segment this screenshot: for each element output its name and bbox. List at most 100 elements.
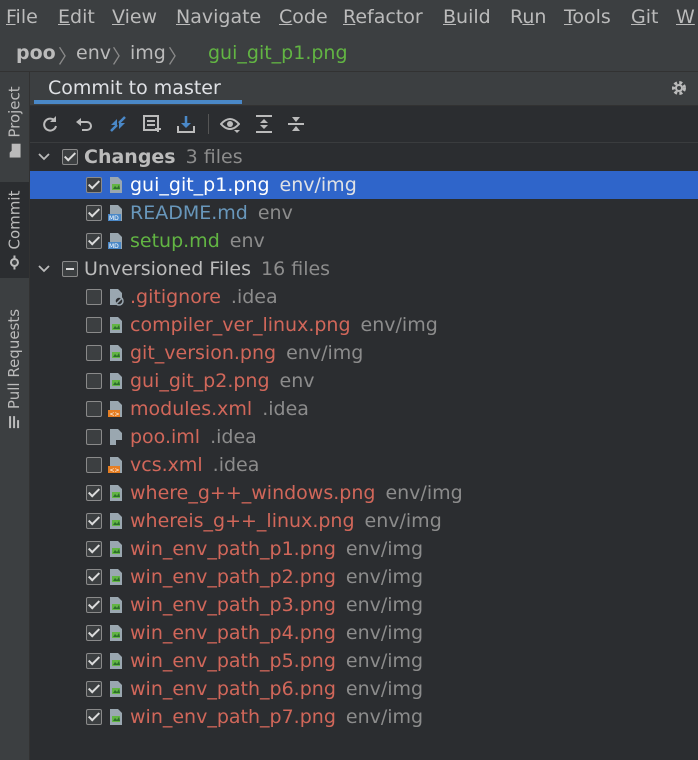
file-checkbox[interactable]	[86, 625, 102, 641]
tree-file-row[interactable]: poo.iml .idea	[30, 423, 698, 451]
file-checkbox[interactable]	[86, 401, 102, 417]
menu-tools[interactable]: Tools	[564, 6, 611, 28]
tree-file-row[interactable]: win_env_path_p5.png env/img	[30, 647, 698, 675]
menu-refactor[interactable]: Refactor	[343, 6, 423, 28]
file-checkbox[interactable]	[86, 653, 102, 669]
collapse-all-icon[interactable]	[286, 114, 306, 134]
tree-file-row[interactable]: gui_git_p2.png env	[30, 367, 698, 395]
tree-file-row[interactable]: <> modules.xml .idea	[30, 395, 698, 423]
tree-file-row[interactable]: where_g++_windows.png env/img	[30, 479, 698, 507]
menu-view[interactable]: View	[112, 6, 157, 28]
breadcrumb-dir-env[interactable]: env	[76, 42, 111, 64]
refresh-icon[interactable]	[40, 114, 60, 134]
file-path: env/img	[345, 650, 424, 672]
file-checkbox[interactable]	[86, 681, 102, 697]
file-checkbox[interactable]	[86, 289, 102, 305]
menu-run[interactable]: Run	[510, 6, 546, 28]
file-name: win_env_path_p6.png	[130, 678, 336, 700]
gear-icon[interactable]	[670, 79, 688, 97]
file-checkbox[interactable]	[86, 177, 102, 193]
tree-group-unversioned[interactable]: Unversioned Files 16 files	[30, 255, 698, 283]
shelve-icon[interactable]	[142, 114, 162, 134]
file-name: win_env_path_p3.png	[130, 594, 336, 616]
file-entry: README.md env	[130, 202, 293, 224]
tree-file-row[interactable]: win_env_path_p4.png env/img	[30, 619, 698, 647]
tool-tab-project[interactable]: Project	[0, 72, 29, 172]
file-path: env/img	[345, 566, 424, 588]
update-icon[interactable]	[176, 114, 196, 134]
file-entry: vcs.xml .idea	[130, 454, 259, 476]
file-checkbox[interactable]	[86, 485, 102, 501]
tool-tab-commit[interactable]: Commit	[0, 182, 29, 278]
svg-text:MD: MD	[109, 243, 119, 250]
file-entry: modules.xml .idea	[130, 398, 309, 420]
file-checkbox[interactable]	[86, 457, 102, 473]
tree-file-row[interactable]: win_env_path_p2.png env/img	[30, 563, 698, 591]
expand-all-icon[interactable]	[254, 114, 274, 134]
group-checkbox[interactable]	[62, 261, 78, 277]
file-checkbox[interactable]	[86, 233, 102, 249]
file-checkbox[interactable]	[86, 205, 102, 221]
file-path: env/img	[385, 482, 463, 504]
menu-build[interactable]: Build	[443, 6, 491, 28]
tool-tab-project-label: Project	[5, 86, 24, 138]
file-checkbox[interactable]	[86, 513, 102, 529]
file-path: env/img	[360, 314, 438, 336]
markdown-file-icon: MD	[108, 205, 122, 222]
file-name: where_g++_windows.png	[130, 482, 376, 504]
diff-icon[interactable]	[108, 114, 128, 134]
eye-icon[interactable]	[220, 114, 240, 134]
tree-file-row[interactable]: win_env_path_p6.png env/img	[30, 675, 698, 703]
breadcrumb: poo 〉 env 〉 img 〉 gui_git_p1.png	[0, 36, 698, 97]
pull-request-icon	[9, 416, 20, 429]
menu-code[interactable]: Code	[279, 6, 328, 28]
file-checkbox[interactable]	[86, 345, 102, 361]
breadcrumb-dir-img[interactable]: img	[130, 42, 166, 64]
file-checkbox[interactable]	[86, 709, 102, 725]
tree-group-changes[interactable]: Changes 3 files	[30, 143, 698, 171]
tab-commit-to-master[interactable]: Commit to master	[48, 77, 221, 99]
tree-file-row[interactable]: .gitignore .idea	[30, 283, 698, 311]
menu-navigate[interactable]: Navigate	[176, 6, 261, 28]
breadcrumb-file[interactable]: gui_git_p1.png	[208, 42, 348, 64]
tree-file-row[interactable]: win_env_path_p1.png env/img	[30, 535, 698, 563]
toolbar-separator	[208, 114, 209, 134]
menu-git[interactable]: Git	[631, 6, 658, 28]
file-checkbox[interactable]	[86, 429, 102, 445]
commit-panel: Commit to master Changes 3 files gui_git…	[30, 72, 698, 760]
group-checkbox[interactable]	[62, 149, 78, 165]
tool-tab-pull-requests[interactable]: Pull Requests	[0, 294, 29, 444]
active-tab-indicator	[34, 100, 242, 104]
file-path: env	[229, 230, 265, 252]
file-checkbox[interactable]	[86, 569, 102, 585]
tree-file-row[interactable]: git_version.png env/img	[30, 339, 698, 367]
tree-file-row[interactable]: MD setup.md env	[30, 227, 698, 255]
file-checkbox[interactable]	[86, 597, 102, 613]
breadcrumb-separator: 〉	[112, 46, 132, 68]
file-checkbox[interactable]	[86, 317, 102, 333]
menu-w[interactable]: W	[676, 6, 695, 28]
tree-file-row[interactable]: win_env_path_p7.png env/img	[30, 703, 698, 731]
tree-file-row[interactable]: gui_git_p1.png env/img	[30, 171, 698, 199]
chevron-down-icon[interactable]	[38, 263, 50, 275]
commit-icon	[10, 255, 19, 270]
file-checkbox[interactable]	[86, 373, 102, 389]
file-name: poo.iml	[130, 426, 201, 448]
file-name: README.md	[130, 202, 248, 224]
menu-file[interactable]: File	[6, 6, 38, 28]
breadcrumb-project[interactable]: poo	[16, 42, 56, 64]
tree-file-row[interactable]: whereis_g++_linux.png env/img	[30, 507, 698, 535]
rollback-icon[interactable]	[74, 114, 94, 134]
file-name: vcs.xml	[130, 454, 203, 476]
menu-edit[interactable]: Edit	[58, 6, 95, 28]
file-path: env/img	[279, 174, 357, 196]
tree-file-row[interactable]: MD README.md env	[30, 199, 698, 227]
tree-file-row[interactable]: compiler_ver_linux.png env/img	[30, 311, 698, 339]
module-file-icon	[110, 429, 122, 445]
file-name: win_env_path_p2.png	[130, 566, 336, 588]
chevron-down-icon[interactable]	[38, 151, 50, 163]
tree-file-row[interactable]: win_env_path_p3.png env/img	[30, 591, 698, 619]
tree-file-row[interactable]: <> vcs.xml .idea	[30, 451, 698, 479]
file-path: env/img	[345, 594, 424, 616]
file-checkbox[interactable]	[86, 541, 102, 557]
